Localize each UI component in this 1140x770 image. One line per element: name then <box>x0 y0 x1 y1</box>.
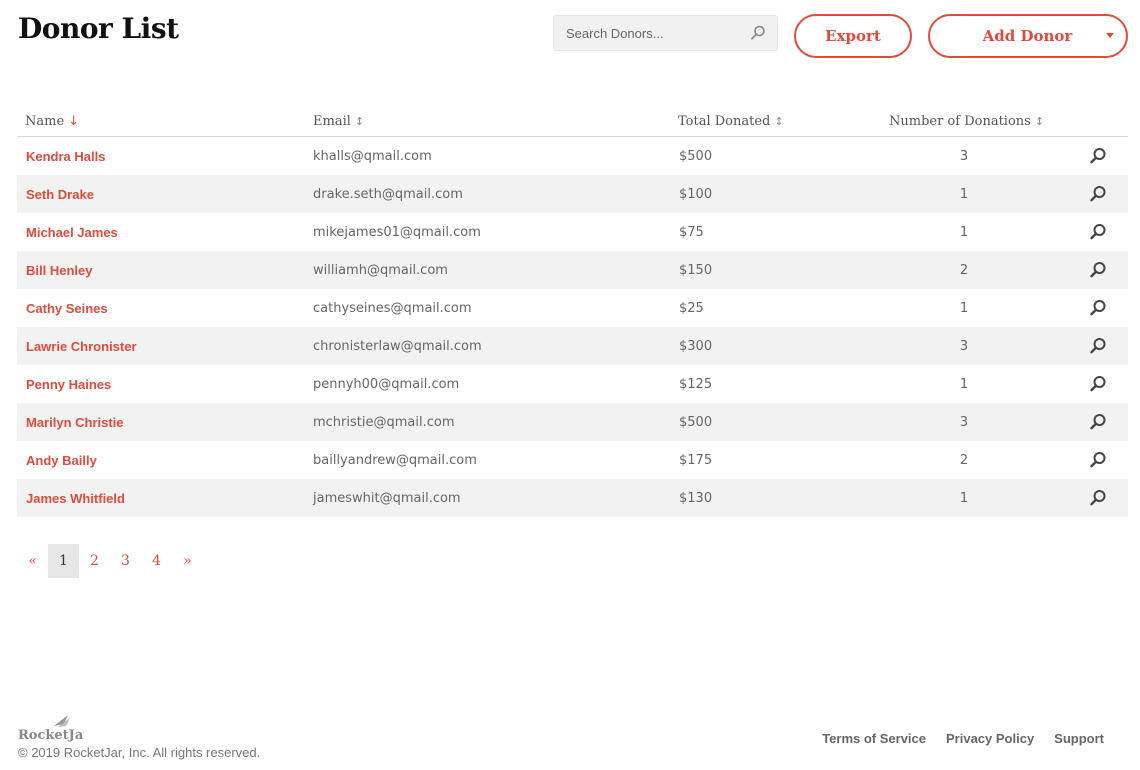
donor-total-donated: $75 <box>679 225 704 240</box>
pagination-page-3[interactable]: 3 <box>110 544 141 578</box>
column-header-number-of-donations[interactable]: Number of Donations ↕ <box>889 114 1044 129</box>
terms-of-service-link[interactable]: Terms of Service <box>822 731 926 746</box>
donor-donation-count: 2 <box>959 453 969 468</box>
donor-donation-count: 3 <box>959 415 969 430</box>
donor-name-link[interactable]: Bill Henley <box>26 263 92 278</box>
page-title: Donor List <box>18 12 179 45</box>
donor-total-donated: $500 <box>679 149 713 164</box>
donor-donation-count: 1 <box>959 187 969 202</box>
donor-email: cathyseines@qmail.com <box>313 301 472 316</box>
pagination-page-4[interactable]: 4 <box>141 544 172 578</box>
add-donor-button[interactable]: Add Donor <box>928 14 1128 58</box>
add-donor-button-label: Add Donor <box>982 27 1073 45</box>
view-donor-magnifier-icon[interactable] <box>1089 489 1107 507</box>
donor-donation-count: 1 <box>959 225 969 240</box>
footer-links: Terms of Service Privacy Policy Support <box>822 731 1104 746</box>
donor-donation-count: 1 <box>959 301 969 316</box>
donor-name-link[interactable]: Kendra Halls <box>26 149 105 164</box>
donor-name-link[interactable]: Penny Haines <box>26 377 111 392</box>
donor-donation-count: 3 <box>959 149 969 164</box>
donor-email: baillyandrew@qmail.com <box>313 453 477 468</box>
table-row[interactable]: Michael James mikejames01@qmail.com $75 1 <box>17 213 1128 251</box>
view-donor-magnifier-icon[interactable] <box>1089 299 1107 317</box>
column-header-label: Email <box>313 114 351 129</box>
column-header-label: Total Donated <box>678 114 771 129</box>
pagination-page-2[interactable]: 2 <box>79 544 110 578</box>
view-donor-magnifier-icon[interactable] <box>1089 261 1107 279</box>
donor-donation-count: 1 <box>959 491 969 506</box>
column-header-label: Name <box>25 114 65 129</box>
table-row[interactable]: Cathy Seines cathyseines@qmail.com $25 1 <box>17 289 1128 327</box>
support-link[interactable]: Support <box>1054 731 1104 746</box>
donor-email: pennyh00@qmail.com <box>313 377 460 392</box>
donor-total-donated: $130 <box>679 491 713 506</box>
export-button-label: Export <box>825 27 881 45</box>
donor-email: mchristie@qmail.com <box>313 415 455 430</box>
table-row[interactable]: Lawrie Chronister chronisterlaw@qmail.com… <box>17 327 1128 365</box>
copyright-text: © 2019 RocketJar, Inc. All rights reserv… <box>18 745 261 760</box>
view-donor-magnifier-icon[interactable] <box>1089 337 1107 355</box>
search-input[interactable] <box>554 16 744 50</box>
donor-total-donated: $25 <box>679 301 704 316</box>
sort-icon: ↕ <box>354 115 365 128</box>
table-body: Kendra Halls khalls@qmail.com $500 3 Seth Dr… <box>17 137 1128 517</box>
table-row[interactable]: Penny Haines pennyh00@qmail.com $125 1 <box>17 365 1128 403</box>
privacy-policy-link[interactable]: Privacy Policy <box>946 731 1034 746</box>
pagination-next[interactable]: » <box>172 544 203 578</box>
sort-icon: ↕ <box>1034 115 1045 128</box>
column-header-total-donated[interactable]: Total Donated ↕ <box>678 114 784 129</box>
donor-email: mikejames01@qmail.com <box>313 225 481 240</box>
table-header: Name ↓ Email ↕ Total Donated ↕ Number of Do… <box>17 106 1128 137</box>
donor-donation-count: 1 <box>959 377 969 392</box>
export-button[interactable]: Export <box>794 14 912 58</box>
chevron-down-icon[interactable] <box>1106 33 1114 38</box>
donor-name-link[interactable]: James Whitfield <box>26 491 125 506</box>
column-header-email[interactable]: Email ↕ <box>313 114 364 129</box>
donor-total-donated: $100 <box>679 187 713 202</box>
donor-email: drake.seth@qmail.com <box>313 187 463 202</box>
donor-total-donated: $500 <box>679 415 713 430</box>
view-donor-magnifier-icon[interactable] <box>1089 185 1107 203</box>
donor-name-link[interactable]: Marilyn Christie <box>26 415 124 430</box>
sort-desc-icon: ↓ <box>68 114 80 129</box>
donor-email: williamh@qmail.com <box>313 263 448 278</box>
svg-text:RocketJar: RocketJar <box>18 728 84 742</box>
column-header-name[interactable]: Name ↓ <box>25 114 79 129</box>
search-box <box>553 15 778 51</box>
pagination-prev[interactable]: « <box>17 544 48 578</box>
donor-donation-count: 3 <box>959 339 969 354</box>
table-row[interactable]: James Whitfield jameswhit@qmail.com $130 1 <box>17 479 1128 517</box>
donor-table: Name ↓ Email ↕ Total Donated ↕ Number of Do… <box>17 106 1128 517</box>
pagination: « 1 2 3 4 » <box>17 544 203 578</box>
table-row[interactable]: Andy Bailly baillyandrew@qmail.com $175 2 <box>17 441 1128 479</box>
donor-email: jameswhit@qmail.com <box>313 491 461 506</box>
donor-total-donated: $300 <box>679 339 713 354</box>
donor-name-link[interactable]: Lawrie Chronister <box>26 339 137 354</box>
donor-name-link[interactable]: Seth Drake <box>26 187 94 202</box>
column-header-label: Number of Donations <box>889 114 1031 129</box>
donor-name-link[interactable]: Andy Bailly <box>26 453 97 468</box>
view-donor-magnifier-icon[interactable] <box>1089 147 1107 165</box>
table-row[interactable]: Seth Drake drake.seth@qmail.com $100 1 <box>17 175 1128 213</box>
donor-email: chronisterlaw@qmail.com <box>313 339 482 354</box>
donor-total-donated: $175 <box>679 453 713 468</box>
view-donor-magnifier-icon[interactable] <box>1089 223 1107 241</box>
donor-name-link[interactable]: Cathy Seines <box>26 301 108 316</box>
rocketjar-logo: RocketJar <box>18 715 84 742</box>
donor-donation-count: 2 <box>959 263 969 278</box>
table-row[interactable]: Bill Henley williamh@qmail.com $150 2 <box>17 251 1128 289</box>
view-donor-magnifier-icon[interactable] <box>1089 413 1107 431</box>
pagination-page-1[interactable]: 1 <box>48 544 79 578</box>
table-row[interactable]: Marilyn Christie mchristie@qmail.com $500 3 <box>17 403 1128 441</box>
sort-icon: ↕ <box>774 115 784 128</box>
table-row[interactable]: Kendra Halls khalls@qmail.com $500 3 <box>17 137 1128 175</box>
donor-total-donated: $150 <box>679 263 713 278</box>
donor-name-link[interactable]: Michael James <box>26 225 118 240</box>
donor-email: khalls@qmail.com <box>313 149 432 164</box>
donor-total-donated: $125 <box>679 377 713 392</box>
search-icon[interactable] <box>749 24 767 42</box>
view-donor-magnifier-icon[interactable] <box>1089 451 1107 469</box>
view-donor-magnifier-icon[interactable] <box>1089 375 1107 393</box>
